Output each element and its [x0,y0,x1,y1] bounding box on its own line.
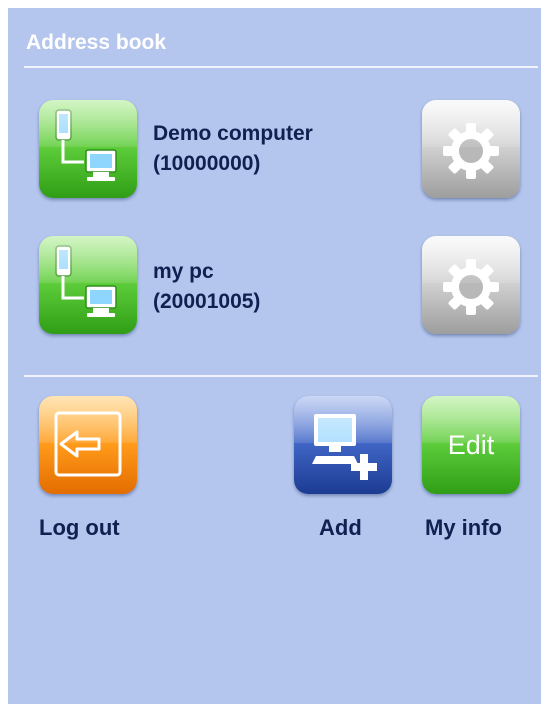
entry-name: my pc [153,260,214,283]
entry-id: (10000000) [153,152,261,175]
connect-button-demo-computer[interactable] [39,100,137,198]
settings-button-my-pc[interactable] [422,236,520,334]
add-computer-icon [312,414,377,480]
page-title: Address book [26,31,167,54]
logout-label: Log out [39,515,120,540]
entry-name: Demo computer [153,122,313,145]
connect-button-my-pc[interactable] [39,236,137,334]
address-book-panel: Address book Demo computer (10000000) my… [8,8,541,704]
my-info-label: My info [425,515,502,540]
add-label: Add [319,515,362,540]
header-divider [24,66,538,68]
gear-icon [443,259,499,315]
section-divider [24,375,538,377]
entry-id: (20001005) [153,290,261,313]
logout-button[interactable] [39,396,137,494]
logout-icon [54,411,122,477]
edit-text: Edit [447,429,495,460]
gear-icon [443,123,499,179]
add-button[interactable] [294,396,392,494]
phone-to-computer-icon [55,109,117,181]
settings-button-demo-computer[interactable] [422,100,520,198]
my-info-edit-button[interactable]: Edit [422,396,520,494]
phone-to-computer-icon [55,245,117,317]
